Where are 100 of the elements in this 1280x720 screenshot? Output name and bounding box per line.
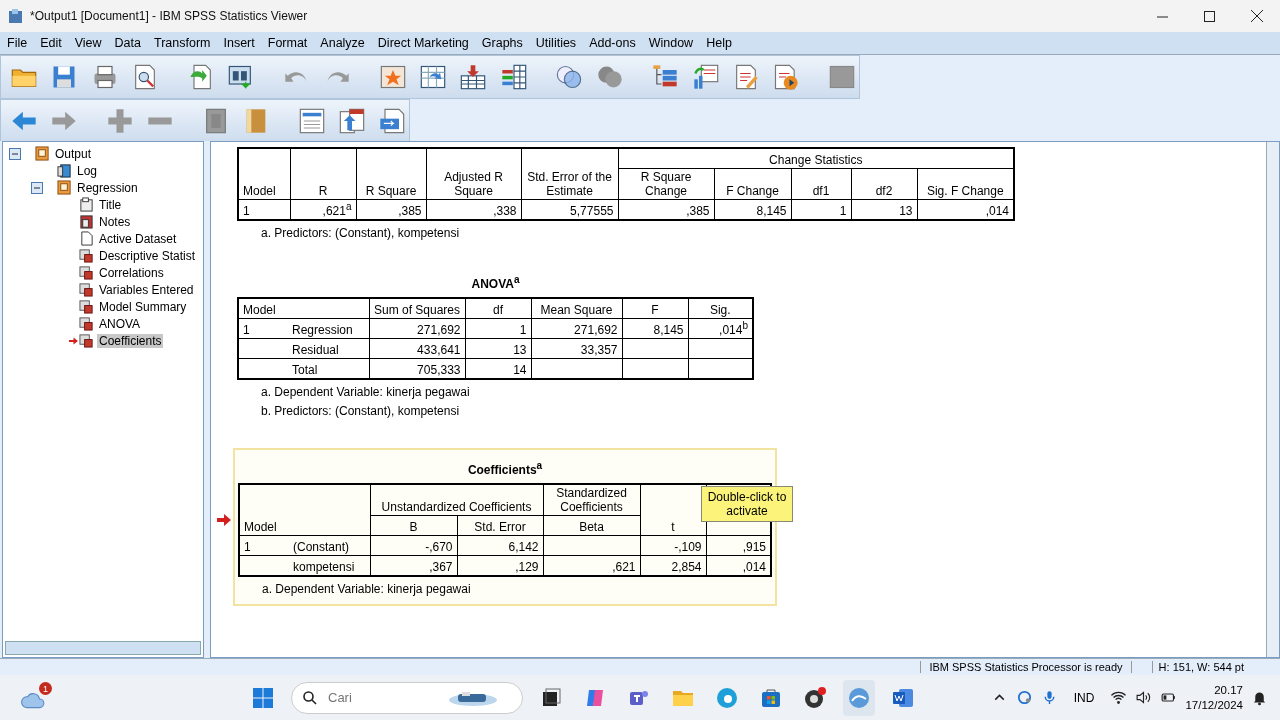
table-cell: 271,692 bbox=[369, 318, 465, 339]
outline-item[interactable]: Output bbox=[53, 146, 94, 161]
row-header: Total bbox=[288, 358, 369, 379]
menu-item[interactable]: Insert bbox=[218, 36, 263, 50]
column-header: Std. Error bbox=[457, 515, 543, 536]
menu-item[interactable]: Utilities bbox=[530, 36, 585, 50]
outline-item[interactable]: Notes bbox=[97, 214, 133, 229]
book-icon bbox=[35, 146, 50, 161]
close-icon bbox=[1250, 10, 1263, 22]
row-header: Residual bbox=[288, 338, 369, 359]
table-cell: 33,357 bbox=[531, 338, 622, 359]
spss-icon[interactable] bbox=[843, 679, 875, 716]
column-header: Sum of Squares bbox=[369, 298, 465, 319]
outline-item[interactable]: Descriptive Statist bbox=[97, 248, 198, 263]
status-message: IBM SPSS Statistics Processor is ready bbox=[920, 661, 1132, 673]
outline-item[interactable]: Variables Entered bbox=[97, 282, 196, 297]
outline-item[interactable]: Model Summary bbox=[97, 299, 189, 314]
column-header: B bbox=[370, 515, 457, 536]
tooltip: Double-click to activate bbox=[701, 486, 793, 522]
menu-item[interactable]: Window bbox=[643, 36, 702, 50]
title-icon bbox=[79, 197, 94, 212]
arrow-icon bbox=[217, 514, 231, 526]
column-header: df2 bbox=[851, 168, 917, 200]
sync-icon[interactable] bbox=[1015, 689, 1033, 706]
table-cell: 8,145 bbox=[622, 318, 688, 339]
table-icon bbox=[79, 265, 94, 280]
table-cell: ,014$^{b}$ bbox=[688, 318, 753, 339]
menu-item[interactable]: Add-ons bbox=[584, 36, 644, 50]
footnote: b. Predictors: (Constant), kompetensi bbox=[261, 404, 461, 418]
column-header: Model bbox=[238, 298, 369, 319]
column-group-header: Standardized Coefficients bbox=[543, 484, 640, 516]
column-header: Model bbox=[238, 148, 290, 200]
table-icon bbox=[79, 282, 94, 297]
outline-item[interactable]: Correlations bbox=[97, 265, 166, 280]
table-cell: -,109 bbox=[640, 535, 706, 556]
table-icon bbox=[79, 333, 94, 348]
language-indicator[interactable]: IND bbox=[1073, 690, 1095, 705]
menu-item[interactable]: File bbox=[2, 36, 36, 50]
table-cell: 705,333 bbox=[369, 358, 465, 379]
row-header: kompetensi bbox=[289, 555, 370, 576]
column-header: F bbox=[622, 298, 688, 319]
menu-item[interactable]: Format bbox=[262, 36, 316, 50]
table-cell: 271,692 bbox=[531, 318, 622, 339]
outline-item[interactable]: Log bbox=[75, 163, 100, 178]
menu-item[interactable]: View bbox=[69, 36, 110, 50]
table-cell: 13 bbox=[465, 338, 531, 359]
collapse-icon[interactable] bbox=[9, 147, 21, 160]
column-header: df bbox=[465, 298, 531, 319]
clock-time[interactable]: 20.17 bbox=[1214, 682, 1243, 698]
search-bar[interactable]: Cari bbox=[291, 681, 523, 714]
column-header: R Square Change bbox=[618, 168, 714, 200]
search-field[interactable]: Cari bbox=[326, 689, 440, 706]
empty-cell bbox=[622, 338, 688, 359]
scrollbar[interactable] bbox=[5, 641, 201, 655]
table-cell: -,670 bbox=[370, 535, 457, 556]
outline-item[interactable]: Regression bbox=[75, 180, 140, 195]
column-header: R Square bbox=[356, 148, 426, 200]
row-header: Regression bbox=[288, 318, 369, 339]
column-header: R bbox=[290, 148, 356, 200]
menu-item[interactable]: Analyze bbox=[315, 36, 373, 50]
log-icon bbox=[57, 163, 72, 178]
size-readout: H: 151, W: 544 pt bbox=[1151, 661, 1250, 673]
wifi-icon[interactable] bbox=[1110, 689, 1128, 706]
arrow-icon bbox=[69, 336, 78, 345]
column-group-header: Unstandardized Coefficients bbox=[370, 484, 543, 516]
menu-item[interactable]: Edit bbox=[35, 36, 70, 50]
footnote: a. Dependent Variable: kinerja pegawai bbox=[262, 582, 472, 596]
outline-item[interactable]: Title bbox=[97, 197, 124, 212]
table-cell: 433,641 bbox=[369, 338, 465, 359]
menu-item[interactable]: Transform bbox=[149, 36, 219, 50]
table-icon bbox=[79, 248, 94, 263]
footnote: a. Predictors: (Constant), kompetensi bbox=[261, 226, 461, 240]
weather-widget[interactable]: 1 bbox=[20, 682, 52, 713]
column-header: F Change bbox=[714, 168, 791, 200]
column-header: Model bbox=[239, 484, 370, 536]
menu-item[interactable]: Graphs bbox=[476, 36, 531, 50]
menu-item[interactable]: Help bbox=[701, 36, 740, 50]
outline-item[interactable]: Coefficients bbox=[97, 333, 164, 348]
table-icon bbox=[79, 316, 94, 331]
volume-icon[interactable] bbox=[1135, 689, 1153, 706]
column-header: df1 bbox=[791, 168, 851, 200]
scrollbar[interactable] bbox=[1266, 142, 1279, 657]
table-title: Coefficients$^{a}$ bbox=[466, 460, 544, 477]
menu-item[interactable]: Direct Marketing bbox=[372, 36, 477, 50]
notes-icon bbox=[79, 214, 94, 229]
column-header: Mean Square bbox=[531, 298, 622, 319]
maximize-icon bbox=[1204, 10, 1215, 22]
collapse-icon[interactable] bbox=[31, 181, 43, 194]
table-cell: 6,142 bbox=[457, 535, 543, 556]
document-icon bbox=[79, 231, 94, 246]
table-title: ANOVA$^{a}$ bbox=[470, 274, 521, 291]
clock-date[interactable]: 17/12/2024 bbox=[1185, 697, 1243, 713]
outline-item[interactable]: ANOVA bbox=[97, 316, 143, 331]
column-header: Std. Error of the Estimate bbox=[521, 148, 618, 200]
window-title: *Output1 [Document1] - IBM SPSS Statistics Viewer bbox=[30, 9, 308, 23]
outline-item[interactable]: Active Dataset bbox=[97, 231, 179, 246]
menu-item[interactable]: Data bbox=[109, 36, 149, 50]
row-header: (Constant) bbox=[289, 535, 370, 556]
search-icon bbox=[302, 689, 318, 706]
footnote: a. Dependent Variable: kinerja pegawai bbox=[261, 385, 471, 399]
